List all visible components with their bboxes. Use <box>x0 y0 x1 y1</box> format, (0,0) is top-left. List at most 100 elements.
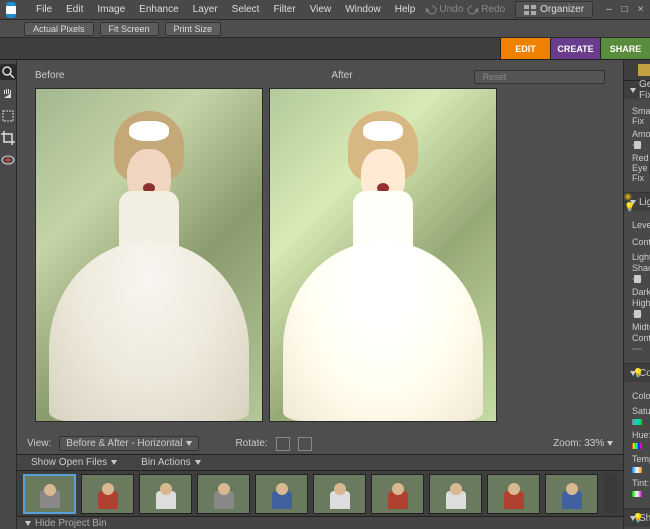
hue-slider[interactable] <box>632 443 642 449</box>
organizer-button[interactable]: Organizer <box>515 1 593 18</box>
smartfix-amount-slider[interactable] <box>632 142 642 148</box>
lighten-shadows-slider[interactable] <box>632 276 642 282</box>
section-header-color[interactable]: Color💡 <box>624 364 650 382</box>
rotate-cw-button[interactable] <box>298 437 312 451</box>
tab-share[interactable]: SHARE <box>600 38 650 59</box>
bulb-icon: ◉ 💡 <box>624 191 644 213</box>
view-label: View: <box>27 438 51 449</box>
rotate-label: Rotate: <box>235 438 267 449</box>
after-image <box>269 88 497 422</box>
print-size-button[interactable]: Print Size <box>165 22 222 36</box>
levels-label: Levels: <box>632 220 650 230</box>
zoom-tool-icon[interactable] <box>0 64 16 80</box>
tab-create[interactable]: CREATE <box>550 38 600 59</box>
actual-pixels-button[interactable]: Actual Pixels <box>24 22 94 36</box>
maximize-button[interactable]: □ <box>619 4 631 15</box>
menu-image[interactable]: Image <box>91 2 131 17</box>
subtab-full[interactable]: Full <box>630 60 650 80</box>
grid-icon <box>524 5 536 15</box>
thumbnail[interactable] <box>487 474 540 514</box>
menu-edit[interactable]: Edit <box>60 2 89 17</box>
tint-label: Tint: <box>632 478 649 488</box>
tab-edit[interactable]: EDIT <box>500 38 550 59</box>
contrast-label: Contrast: <box>632 237 650 247</box>
fit-screen-button[interactable]: Fit Screen <box>100 22 159 36</box>
redo-label: Redo <box>481 4 505 15</box>
saturation-slider[interactable] <box>632 419 642 425</box>
view-mode-dropdown[interactable]: Before & After - Horizontal <box>59 436 199 451</box>
smartfix-label: Smart Fix <box>632 106 650 126</box>
undo-label: Undo <box>439 4 463 15</box>
thumbnail[interactable] <box>545 474 598 514</box>
midtone-contrast-label: Midtone Contrast: <box>632 322 650 343</box>
bin-actions-dropdown[interactable]: Bin Actions <box>135 456 206 469</box>
redeye-tool-icon[interactable] <box>0 152 16 168</box>
hide-project-bin[interactable]: Hide Project Bin <box>35 518 107 529</box>
section-header-lighting[interactable]: Lighting◉ 💡 <box>624 193 650 211</box>
menu-help[interactable]: Help <box>389 2 422 17</box>
zoom-label: Zoom: <box>553 438 581 449</box>
lighting-section: Lighting◉ 💡 Levels:Auto Contrast:Auto Li… <box>624 193 650 364</box>
tint-slider[interactable] <box>632 491 642 497</box>
crop-tool-icon[interactable] <box>0 130 16 146</box>
menu-view[interactable]: View <box>304 2 338 17</box>
show-open-files-dropdown[interactable]: Show Open Files <box>25 456 123 469</box>
app-logo-icon[interactable] <box>6 2 16 18</box>
view-mode-value: Before & After - Horizontal <box>66 438 182 449</box>
chevron-down-icon[interactable] <box>25 521 31 526</box>
thumbnail[interactable] <box>23 474 76 514</box>
temperature-slider[interactable] <box>632 467 642 473</box>
amount-label: Amount <box>632 129 650 139</box>
chevron-down-icon <box>195 460 201 465</box>
saturation-label: Saturation: <box>632 406 650 416</box>
footer-bar: Hide Project Bin <box>17 516 623 529</box>
darken-highlights-slider[interactable] <box>632 311 642 317</box>
hand-tool-icon[interactable] <box>0 86 16 102</box>
menubar: File Edit Image Enhance Layer Select Fil… <box>30 2 421 17</box>
menu-layer[interactable]: Layer <box>187 2 224 17</box>
redo-button[interactable]: Redo <box>467 4 505 16</box>
midtone-contrast-slider[interactable] <box>632 346 642 352</box>
menu-filter[interactable]: Filter <box>267 2 301 17</box>
thumbnail[interactable] <box>255 474 308 514</box>
before-label: Before <box>35 70 309 84</box>
options-bar: Actual Pixels Fit Screen Print Size <box>0 20 650 38</box>
thumbnail[interactable] <box>371 474 424 514</box>
close-button[interactable]: × <box>635 4 647 15</box>
organizer-label: Organizer <box>540 4 584 15</box>
menu-file[interactable]: File <box>30 2 58 17</box>
undo-button[interactable]: Undo <box>425 4 463 16</box>
lighten-shadows-label: Lighten Shadows: <box>632 252 650 273</box>
right-panel: Full Quick Guided General Fixes Smart Fi… <box>623 60 650 529</box>
minimize-button[interactable]: – <box>603 4 615 15</box>
section-header-general[interactable]: General Fixes <box>624 81 650 99</box>
before-image <box>35 88 263 422</box>
main-tabs-row: EDIT CREATE SHARE <box>0 38 650 60</box>
thumbnail[interactable] <box>139 474 192 514</box>
thumbnail[interactable] <box>313 474 366 514</box>
thumbnail[interactable] <box>429 474 482 514</box>
rotate-ccw-button[interactable] <box>276 437 290 451</box>
show-open-files-label: Show Open Files <box>31 457 107 468</box>
zoom-value: 33% <box>584 438 604 449</box>
sharpen-section: Sharpen💡 Sharpen:Auto Amount <box>624 509 650 529</box>
thumbnail-scrollbar[interactable] <box>605 474 617 514</box>
menu-select[interactable]: Select <box>226 2 266 17</box>
thumbnail[interactable] <box>197 474 250 514</box>
bin-bar: Show Open Files Bin Actions <box>17 454 623 470</box>
selection-tool-icon[interactable] <box>0 108 16 124</box>
chevron-down-icon <box>111 460 117 465</box>
menu-window[interactable]: Window <box>339 2 387 17</box>
color-section: Color💡 Color:Auto Saturation: Hue: Tempe… <box>624 364 650 509</box>
window-controls: – □ × <box>603 4 646 15</box>
tool-column <box>0 60 17 529</box>
section-header-sharpen[interactable]: Sharpen💡 <box>624 509 650 527</box>
center-area: Before After Reset View: Before & After … <box>17 60 623 529</box>
view-bar: View: Before & After - Horizontal Rotate… <box>17 434 623 454</box>
bulb-icon: 💡 <box>633 513 644 524</box>
reset-button[interactable]: Reset <box>474 70 605 84</box>
thumbnail[interactable] <box>81 474 134 514</box>
menu-enhance[interactable]: Enhance <box>133 2 184 17</box>
chevron-down-icon[interactable] <box>607 441 613 446</box>
color-label: Color: <box>632 391 650 401</box>
